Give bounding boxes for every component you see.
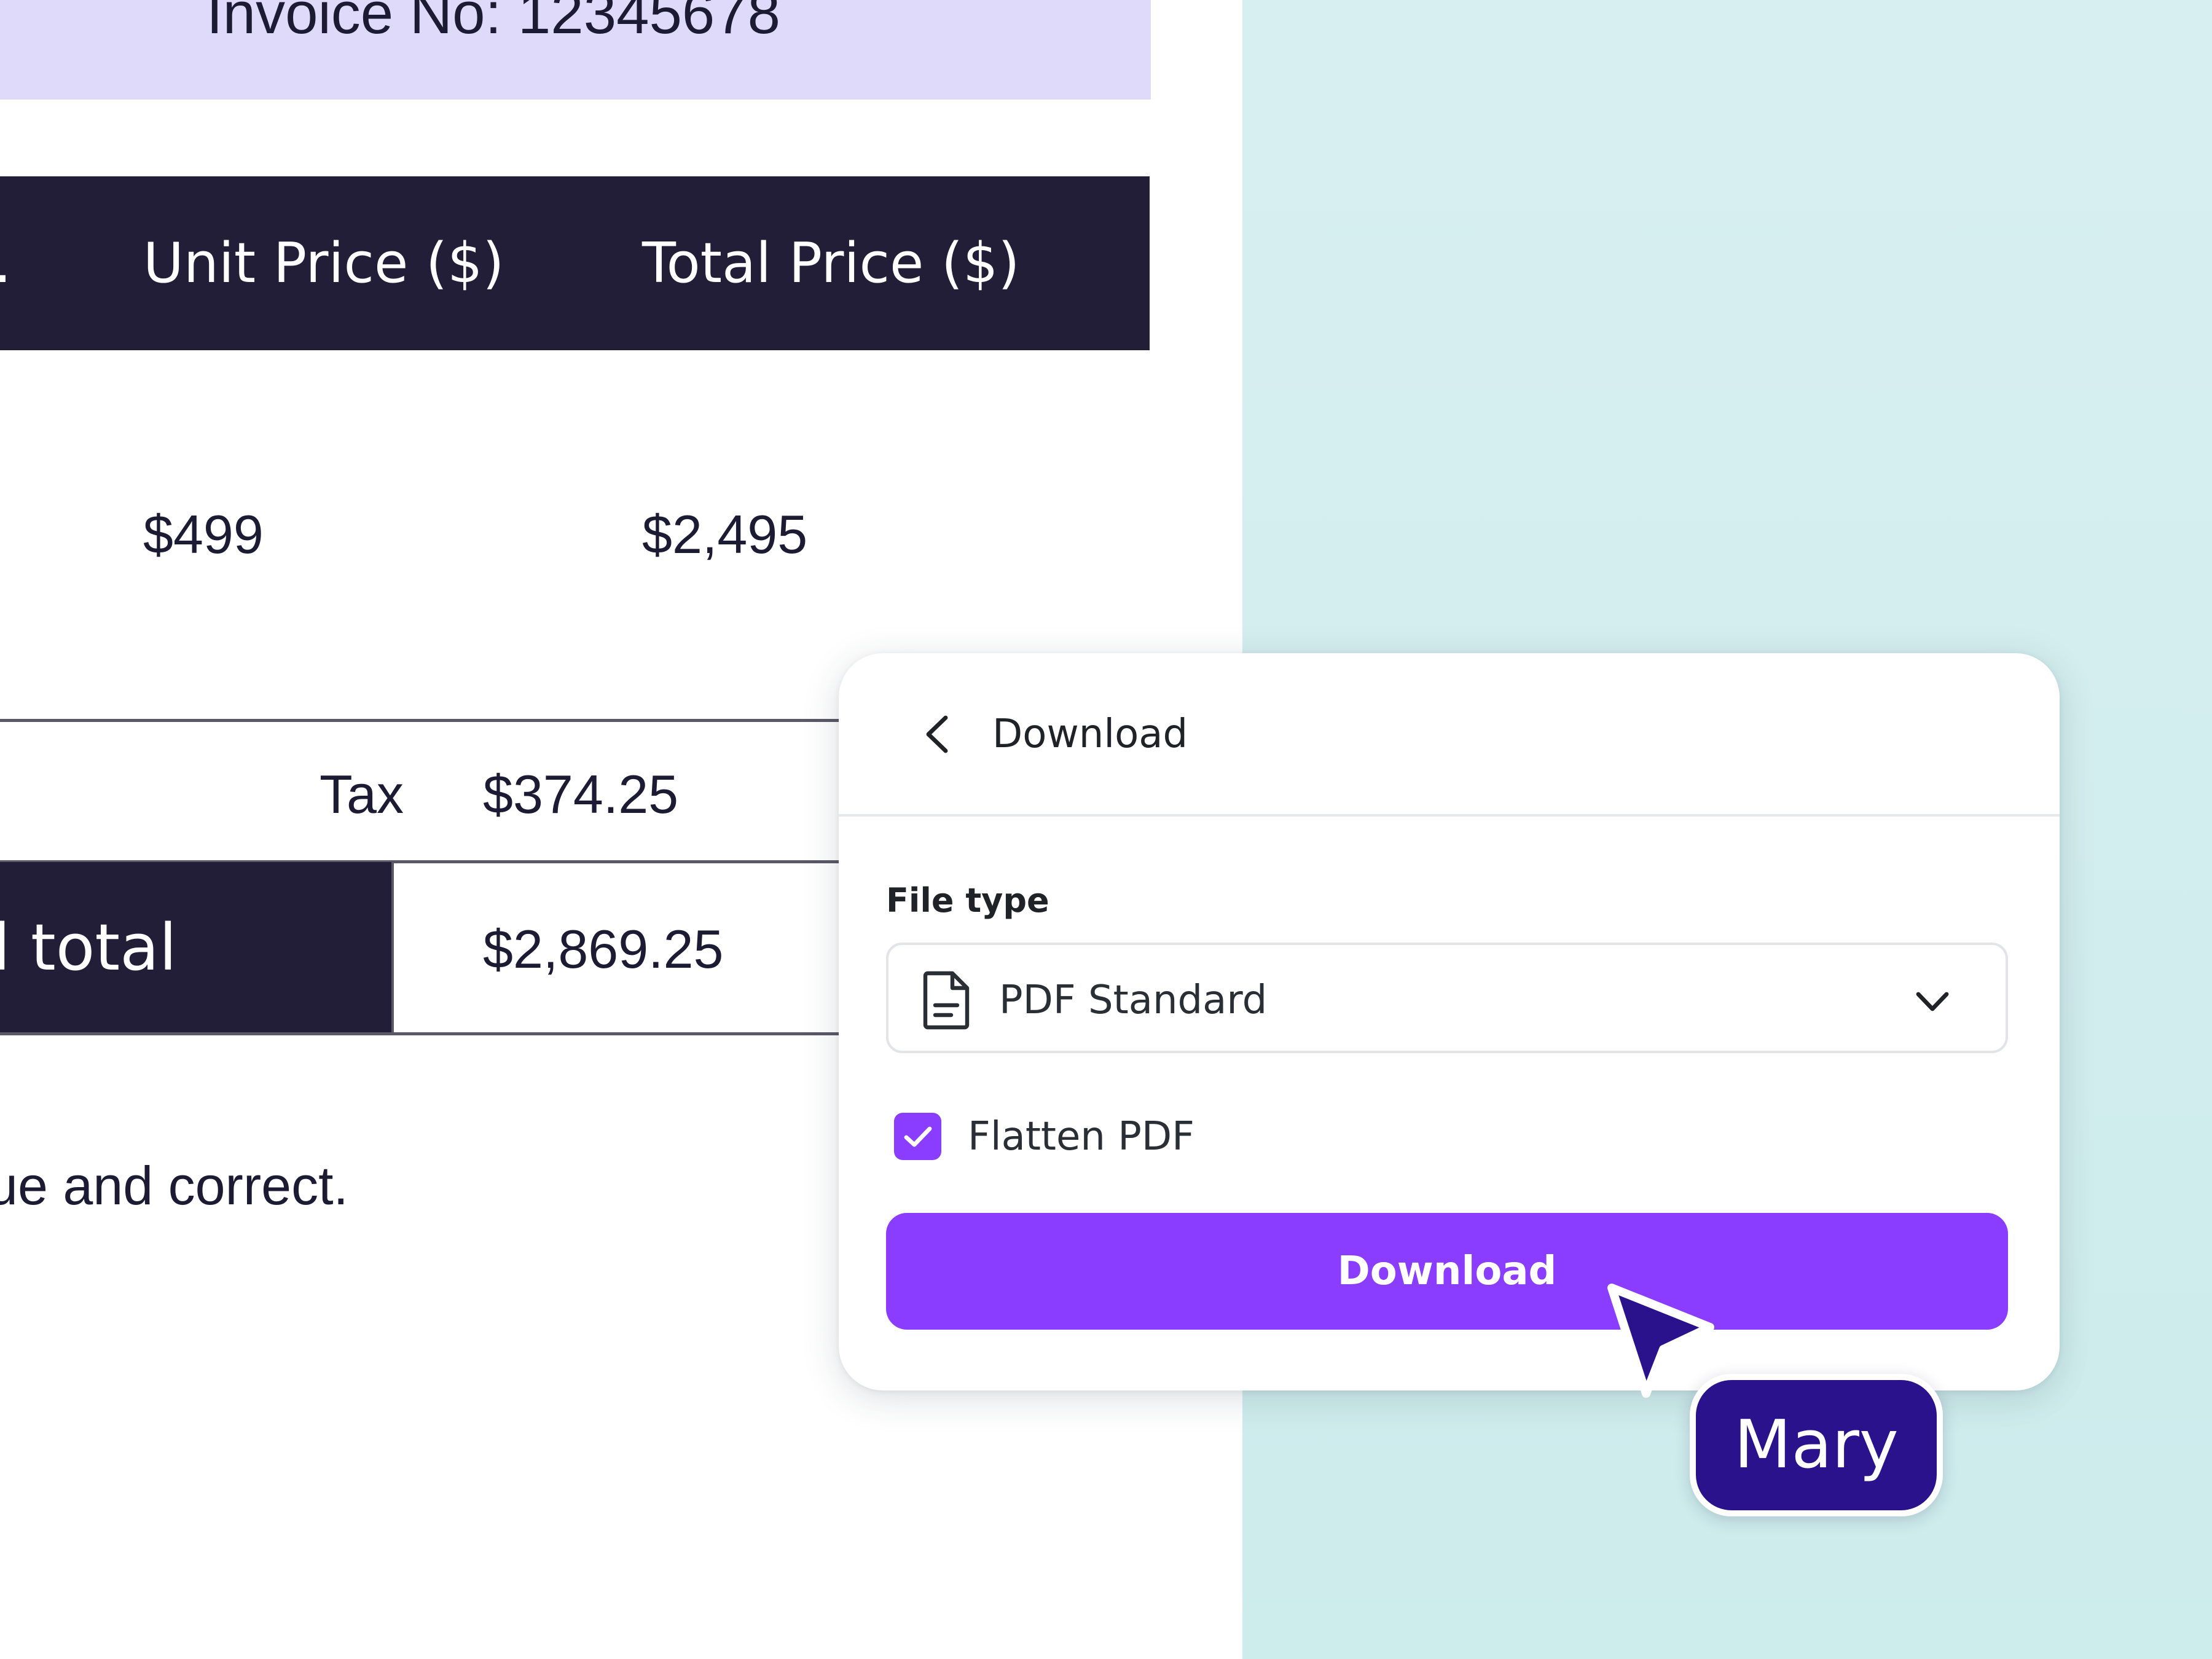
chevron-down-icon bbox=[1916, 992, 1949, 1011]
download-button[interactable]: Download bbox=[886, 1213, 2008, 1330]
grand-total-label: l total bbox=[0, 910, 177, 985]
collaborator-name-tag: Mary bbox=[1690, 1374, 1943, 1516]
back-button[interactable] bbox=[900, 697, 974, 771]
table-cell-total-price: $2,495 bbox=[642, 504, 808, 565]
table-divider bbox=[0, 1032, 860, 1035]
grand-total-value: $2,869.25 bbox=[483, 919, 724, 979]
chevron-left-icon bbox=[926, 715, 948, 753]
download-panel: Download File type PDF Standard Flatten … bbox=[839, 653, 2060, 1390]
collaborator-name: Mary bbox=[1734, 1406, 1899, 1483]
invoice-table-header: . Unit Price ($) Total Price ($) bbox=[0, 176, 1150, 350]
column-header-total-price: Total Price ($) bbox=[642, 231, 1020, 296]
checkmark-icon bbox=[904, 1126, 931, 1147]
flatten-pdf-checkbox[interactable] bbox=[894, 1113, 941, 1160]
file-document-icon bbox=[923, 971, 970, 1030]
table-divider bbox=[391, 862, 394, 1033]
flatten-pdf-label: Flatten PDF bbox=[968, 1114, 1194, 1159]
tax-value: $374.25 bbox=[483, 764, 679, 825]
tax-label: Tax bbox=[320, 764, 404, 825]
declaration-text: ue and correct. bbox=[0, 1155, 348, 1216]
collaborator-cursor-icon bbox=[1607, 1284, 1714, 1398]
table-cell-unit-price: $499 bbox=[143, 504, 264, 565]
column-header-unit-price: Unit Price ($) bbox=[143, 231, 504, 296]
file-type-select[interactable]: PDF Standard bbox=[886, 943, 2008, 1053]
file-type-value: PDF Standard bbox=[999, 978, 1268, 1023]
column-header-quantity: . bbox=[0, 176, 12, 350]
file-type-label: File type bbox=[886, 881, 1049, 920]
invoice-number: Invoice No: 12345678 bbox=[206, 0, 781, 46]
table-divider bbox=[0, 719, 860, 722]
panel-header: Download bbox=[839, 653, 2060, 817]
panel-title: Download bbox=[992, 712, 1188, 757]
